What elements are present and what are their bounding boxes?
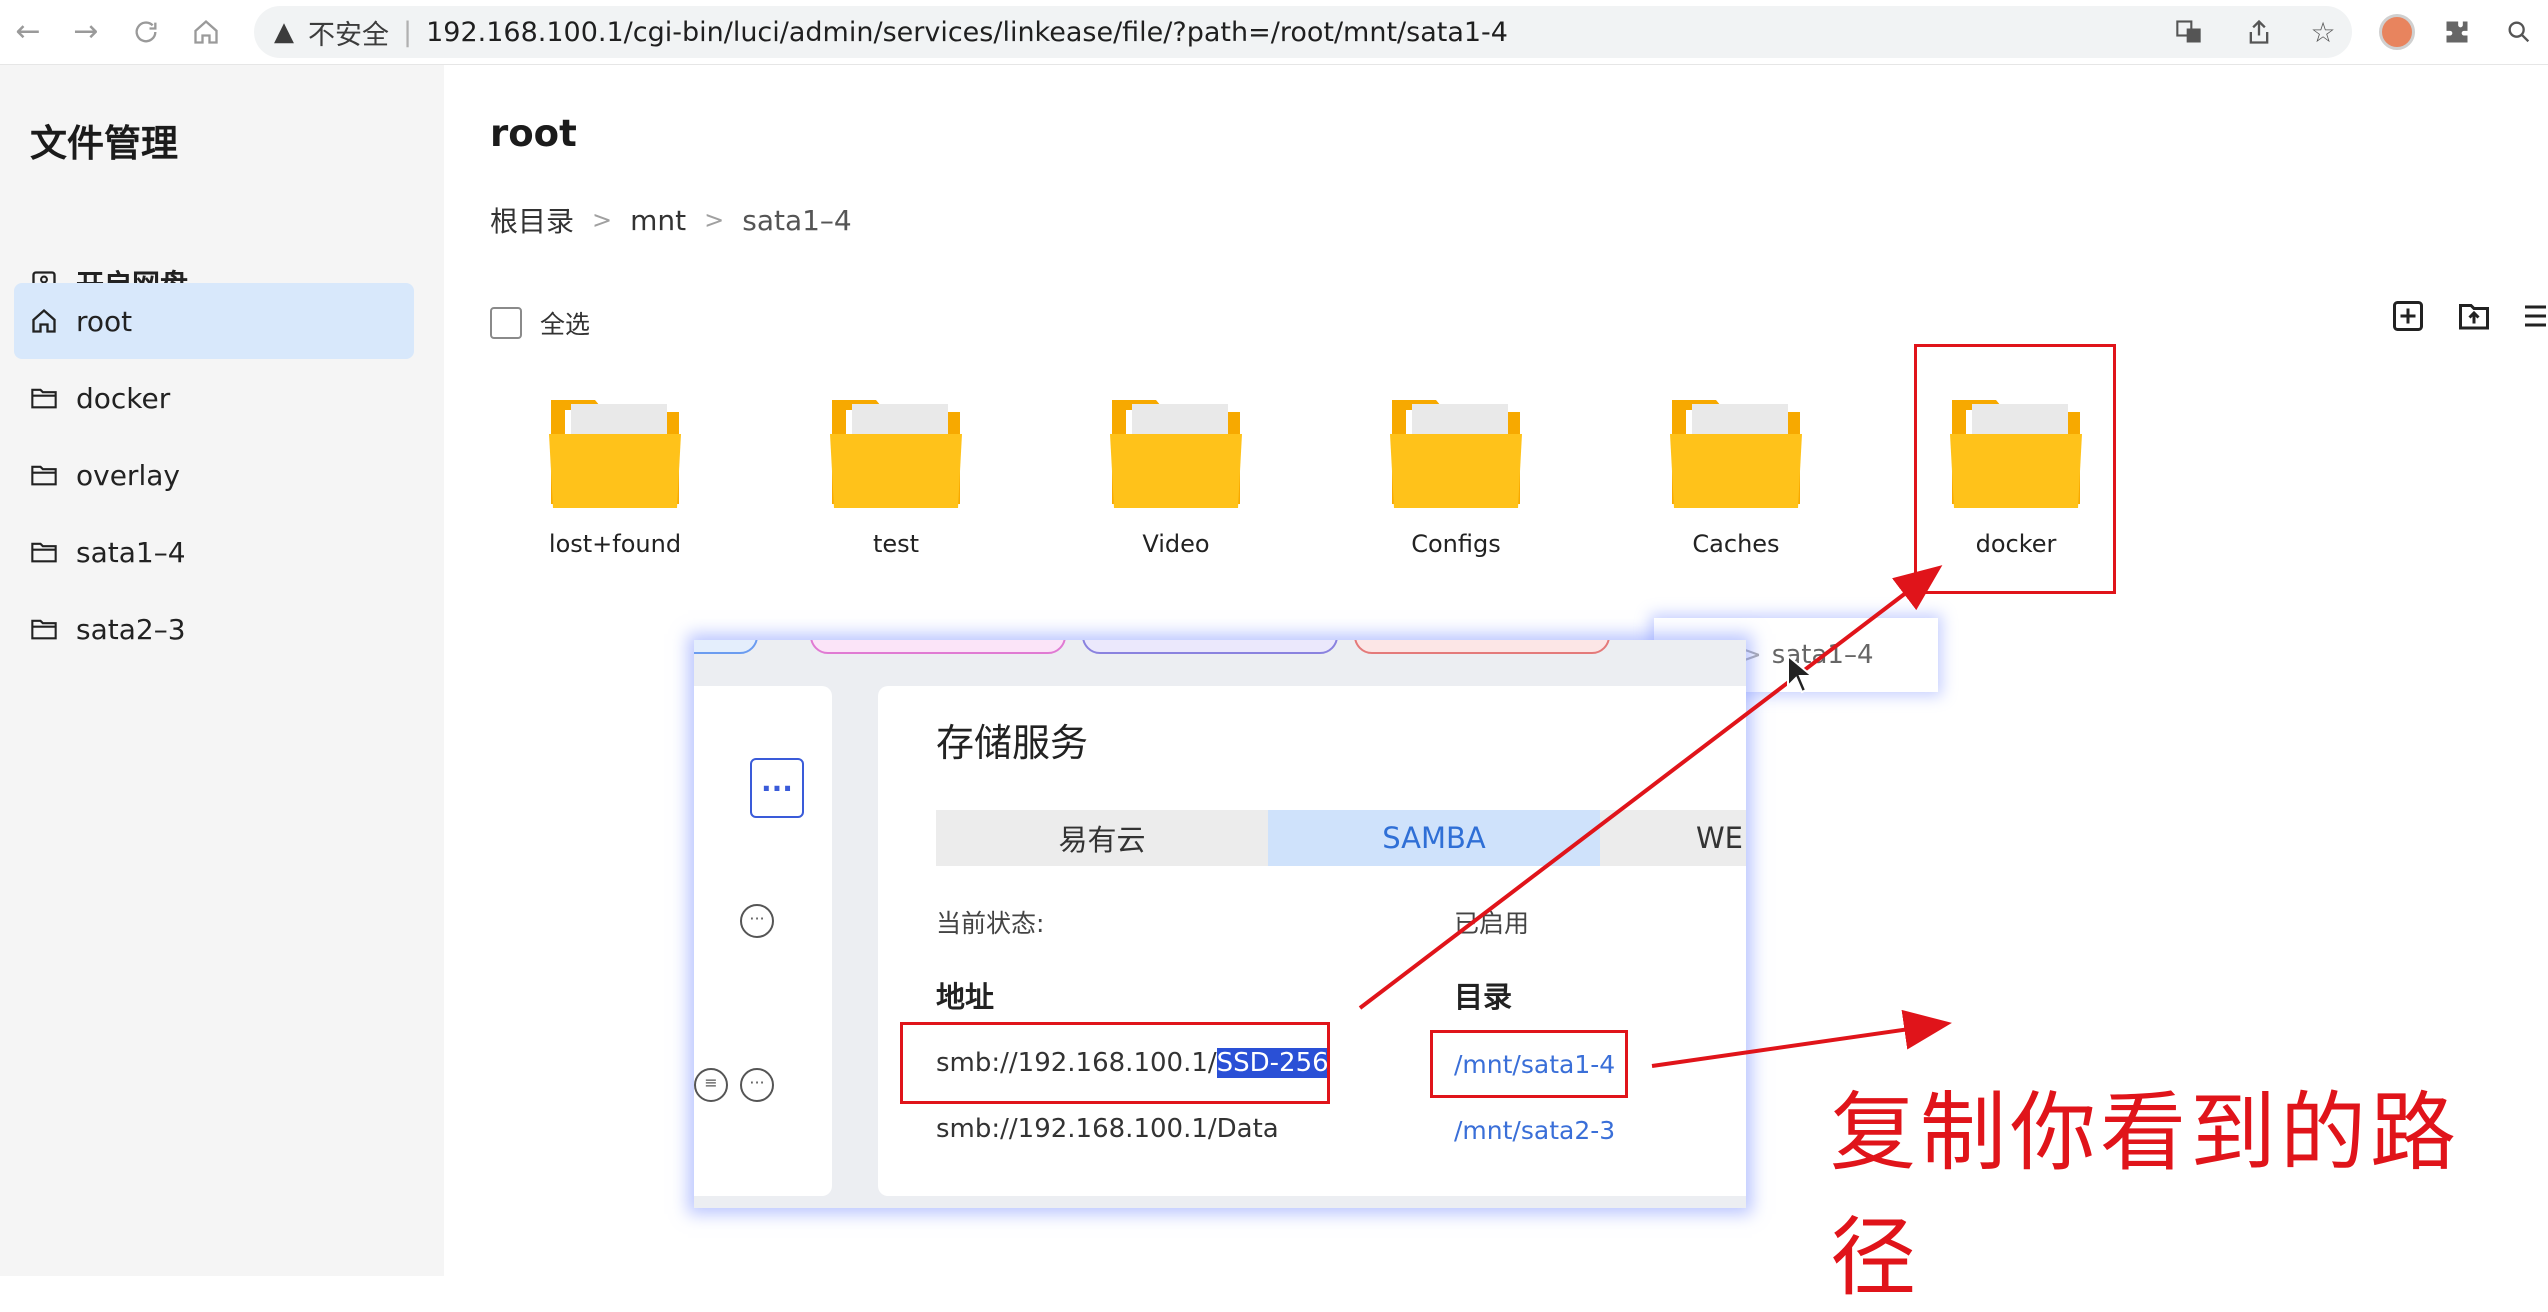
folder-label: Configs — [1411, 530, 1501, 558]
sidebar-item-label: sata1–4 — [76, 535, 186, 569]
color-tab — [1354, 640, 1610, 654]
warning-icon: ▲ — [274, 17, 294, 47]
sidebar-item-overlay[interactable]: overlay — [14, 437, 414, 513]
folder-icon — [30, 617, 62, 641]
url-separator: | — [403, 16, 413, 48]
sidebar-item-label: overlay — [76, 458, 180, 492]
sidebar-item-root[interactable]: root — [14, 283, 414, 359]
tab-search-icon[interactable] — [2496, 9, 2542, 55]
folder-label: test — [872, 530, 920, 558]
tab-webdav[interactable]: WE — [1600, 810, 1746, 866]
folder-label: Video — [1142, 530, 1210, 558]
sidebar: 文件管理 开启网盘 root docker overlay sata1–4 — [0, 65, 444, 1276]
more-circle-icon[interactable]: ··· — [740, 1068, 774, 1102]
highlight-box-directory — [1430, 1030, 1628, 1098]
status-label: 当前状态: — [936, 909, 1045, 938]
breadcrumb: 根目录 > mnt > sata1–4 — [490, 200, 852, 240]
reload-button[interactable] — [124, 10, 168, 54]
folder-icon — [1110, 400, 1242, 508]
folder-item[interactable]: lost+found — [530, 392, 700, 558]
sidebar-item-sata2-3[interactable]: sata2–3 — [14, 591, 414, 667]
storage-service-card: 存储服务 易有云 SAMBA WE 当前状态: 已启用 地址 目录 smb://… — [878, 686, 1746, 1196]
new-folder-icon[interactable] — [2390, 298, 2430, 338]
page-title: root — [490, 112, 577, 155]
address-header: 地址 — [936, 980, 995, 1014]
folder-label: lost+found — [548, 530, 682, 558]
sidebar-item-sata1-4[interactable]: sata1–4 — [14, 514, 414, 590]
sidebar-item-label: root — [76, 304, 133, 338]
more-button[interactable]: ··· — [750, 758, 804, 818]
sidebar-title: 文件管理 — [30, 122, 178, 165]
folder-label: Caches — [1692, 530, 1780, 558]
folder-item[interactable]: Video — [1091, 392, 1261, 558]
folder-icon — [1390, 400, 1522, 508]
reload-icon — [135, 21, 157, 43]
forward-button[interactable]: → — [64, 10, 108, 54]
share-icon[interactable] — [2236, 9, 2282, 55]
extensions-icon[interactable] — [2434, 9, 2480, 55]
folder-item[interactable]: Caches — [1651, 392, 1821, 558]
tab-samba[interactable]: SAMBA — [1268, 810, 1600, 866]
insecure-label: 不安全 — [308, 19, 389, 51]
back-button[interactable]: ← — [6, 10, 50, 54]
sidebar-item-label: docker — [76, 381, 171, 415]
bookmark-star-icon[interactable]: ☆ — [2300, 9, 2346, 55]
card-title: 存储服务 — [936, 721, 1089, 765]
select-all[interactable]: 全选 — [490, 305, 590, 341]
embedded-left-panel: ··· ··· ≡ ··· — [694, 686, 832, 1196]
folder-icon — [1670, 400, 1802, 508]
upload-icon[interactable] — [2456, 298, 2496, 338]
color-tab — [810, 640, 1066, 654]
list-view-icon[interactable] — [2520, 298, 2548, 338]
folder-item[interactable]: Configs — [1371, 392, 1541, 558]
breadcrumb-item[interactable]: 根目录 — [490, 200, 574, 240]
directory-header: 目录 — [1454, 980, 1513, 1014]
chevron-right-icon: > — [592, 206, 613, 234]
color-tab — [1082, 640, 1338, 654]
profile-avatar-icon[interactable] — [2374, 9, 2420, 55]
select-all-checkbox[interactable] — [490, 307, 522, 339]
home-icon — [30, 307, 62, 335]
smb-address-2[interactable]: smb://192.168.100.1/Data — [936, 1114, 1279, 1144]
mouse-cursor-icon — [1787, 654, 1814, 694]
breadcrumb-item[interactable]: mnt — [630, 204, 686, 237]
breadcrumb-item-current: sata1–4 — [742, 203, 852, 237]
disk-icon: ≡ — [694, 1068, 728, 1102]
folder-icon — [830, 400, 962, 508]
more-circle-icon[interactable]: ··· — [740, 904, 774, 938]
folder-item[interactable]: test — [811, 392, 981, 558]
dir-link-2[interactable]: /mnt/sata2-3 — [1454, 1116, 1615, 1145]
sidebar-item-label: sata2–3 — [76, 612, 186, 646]
chevron-right-icon: > — [704, 206, 725, 234]
tab-yiyouyun[interactable]: 易有云 — [936, 810, 1268, 866]
home-icon — [194, 19, 218, 44]
color-tab — [694, 640, 758, 654]
browser-toolbar: ← → ▲ 不安全 | 192.168.100.1/cgi-bin/luci/a… — [0, 0, 2548, 65]
status-value: 已启用 — [1454, 909, 1530, 938]
select-all-label: 全选 — [540, 310, 591, 339]
highlight-box-address — [900, 1022, 1330, 1104]
annotation-text: 复制你看到的路径 — [1830, 1083, 2460, 1308]
home-button[interactable] — [184, 10, 228, 54]
folder-icon — [30, 540, 62, 564]
folder-icon — [30, 463, 62, 487]
folder-icon — [549, 400, 681, 508]
translate-icon[interactable] — [2166, 9, 2212, 55]
folder-icon — [30, 386, 62, 410]
embedded-screenshot: ··· ··· ≡ ··· 存储服务 易有云 SAMBA WE 当前状态: 已启… — [694, 640, 1746, 1208]
url-text[interactable]: 192.168.100.1/cgi-bin/luci/admin/service… — [426, 17, 1508, 48]
sidebar-item-docker[interactable]: docker — [14, 360, 414, 436]
highlight-box-docker — [1914, 344, 2116, 594]
address-bar[interactable]: ▲ 不安全 | 192.168.100.1/cgi-bin/luci/admin… — [254, 6, 2352, 58]
